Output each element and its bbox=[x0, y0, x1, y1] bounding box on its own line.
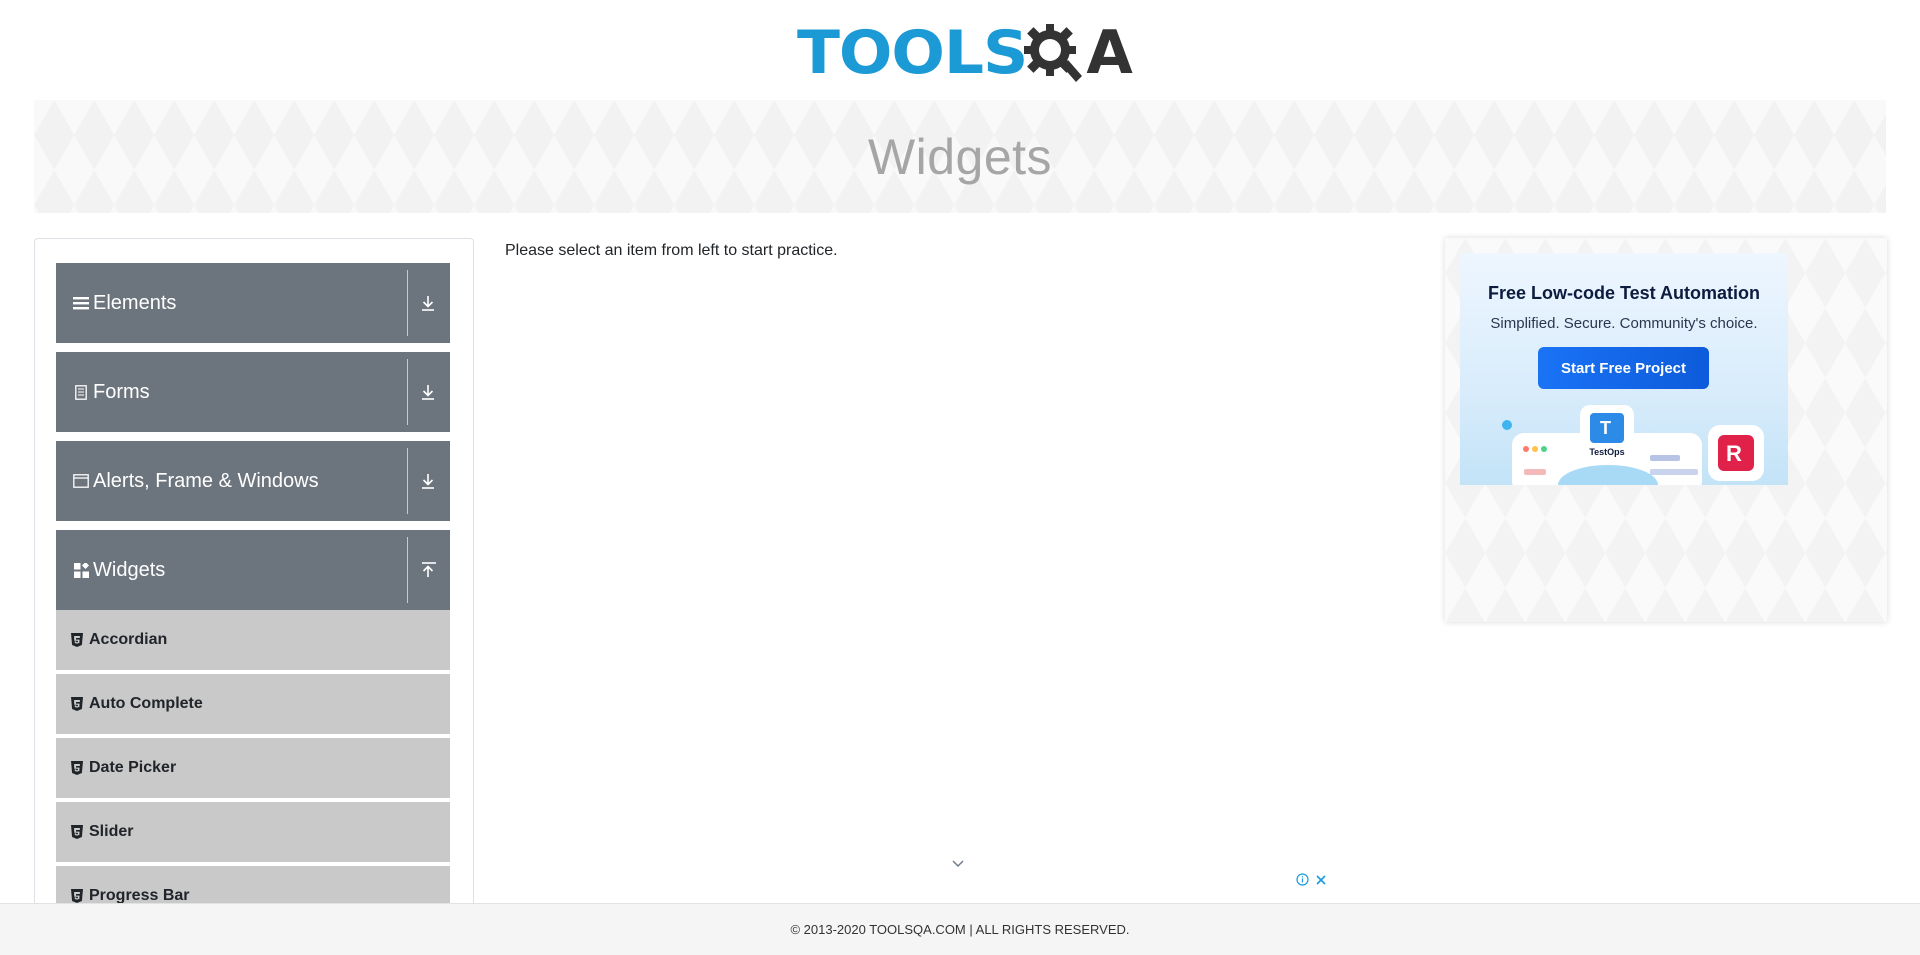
divider bbox=[407, 359, 408, 425]
testops-label: TestOps bbox=[1589, 447, 1624, 457]
sidebar-group-widgets[interactable]: Widgets bbox=[56, 530, 450, 610]
sidebar-group-label: Forms bbox=[93, 380, 150, 403]
sidebar-group-alerts-frame-windows[interactable]: Alerts, Frame & Windows bbox=[56, 441, 450, 521]
start-free-project-button[interactable]: Start Free Project bbox=[1538, 347, 1709, 389]
sidebar-group-label: Elements bbox=[93, 291, 177, 314]
gear-magnifier-icon bbox=[1024, 24, 1083, 82]
ad-subtitle: Simplified. Secure. Community's choice. bbox=[1490, 315, 1758, 332]
sidebar-item-label: Date Picker bbox=[89, 759, 177, 776]
sidebar-item-label: Auto Complete bbox=[89, 695, 203, 712]
document-icon bbox=[73, 384, 89, 400]
expand-download-icon[interactable] bbox=[414, 467, 442, 495]
chevron-down-icon[interactable] bbox=[950, 856, 966, 872]
divider bbox=[407, 537, 408, 603]
sidebar-group-forms[interactable]: Forms bbox=[56, 352, 450, 432]
sidebar-item-label: Slider bbox=[89, 823, 134, 840]
window-icon bbox=[73, 473, 89, 489]
collapse-upload-icon[interactable] bbox=[414, 556, 442, 584]
sidebar-item-date-picker[interactable]: Date Picker bbox=[56, 738, 450, 800]
sidebar-group-label: Alerts, Frame & Windows bbox=[93, 469, 319, 492]
sidebar-group-label: Widgets bbox=[93, 558, 166, 581]
sidebar-item-auto-complete[interactable]: Auto Complete bbox=[56, 674, 450, 736]
testops-badge-letter: T bbox=[1600, 418, 1611, 438]
expand-download-icon[interactable] bbox=[414, 289, 442, 317]
header: TOOLS A bbox=[0, 0, 1920, 100]
ad-title: Free Low-code Test Automation bbox=[1487, 283, 1760, 303]
html5-icon bbox=[71, 889, 83, 903]
ad-illustration: T TestOps R bbox=[1502, 405, 1764, 485]
html5-icon bbox=[71, 633, 83, 647]
footer: © 2013-2020 TOOLSQA.COM | ALL RIGHTS RES… bbox=[0, 903, 1920, 955]
html5-icon bbox=[71, 761, 83, 775]
html5-icon bbox=[71, 697, 83, 711]
logo-text: TOOLS bbox=[797, 18, 1028, 88]
page: TOOLS A Widgets Elements Forms Alerts, F… bbox=[0, 0, 1920, 955]
divider bbox=[407, 270, 408, 336]
info-icon[interactable] bbox=[1296, 873, 1309, 886]
ad-container: Free Low-code Test Automation Simplified… bbox=[1445, 238, 1887, 622]
sidebar-group-elements[interactable]: Elements bbox=[56, 263, 450, 343]
close-icon[interactable] bbox=[1315, 874, 1327, 886]
toolsqa-logo[interactable]: TOOLS A bbox=[797, 14, 1133, 92]
copyright-text: © 2013-2020 TOOLSQA.COM | ALL RIGHTS RES… bbox=[790, 922, 1130, 937]
divider bbox=[407, 448, 408, 514]
page-banner: Widgets bbox=[34, 100, 1886, 213]
logo-letter-a: A bbox=[1086, 18, 1133, 88]
hamburger-icon bbox=[73, 295, 89, 311]
sidebar-accordion: Elements Forms Alerts, Frame & Windows W… bbox=[34, 238, 474, 955]
page-title: Widgets bbox=[867, 128, 1053, 185]
r-badge-letter: R bbox=[1726, 441, 1742, 466]
sidebar-item-slider[interactable]: Slider bbox=[56, 802, 450, 864]
sidebar-item-accordian[interactable]: Accordian bbox=[56, 610, 450, 672]
advertisement[interactable]: Free Low-code Test Automation Simplified… bbox=[1460, 253, 1788, 485]
adchoices[interactable] bbox=[1296, 873, 1327, 886]
html5-icon bbox=[71, 825, 83, 839]
widgets-icon bbox=[73, 562, 89, 578]
expand-download-icon[interactable] bbox=[414, 378, 442, 406]
practice-instruction: Please select an item from left to start… bbox=[505, 242, 838, 259]
sidebar-item-label: Accordian bbox=[89, 631, 168, 648]
